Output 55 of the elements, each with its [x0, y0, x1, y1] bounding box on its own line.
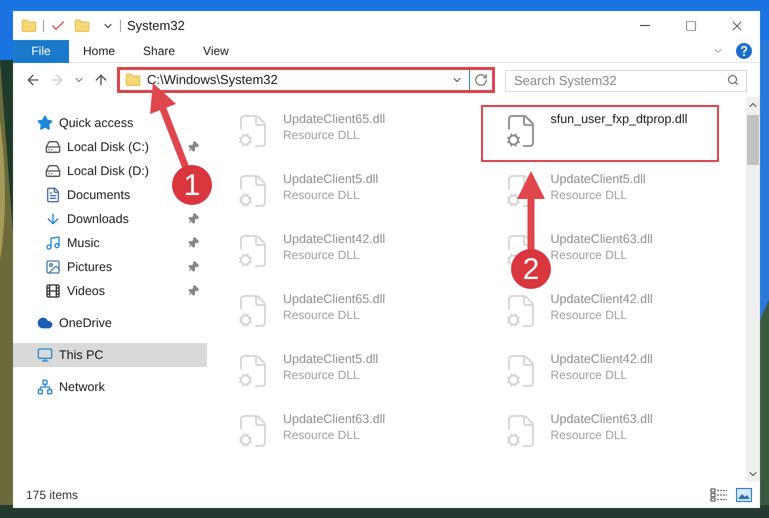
large-icons-view-icon[interactable] — [736, 488, 752, 502]
file-type: Resource DLL — [550, 427, 628, 443]
drive-icon — [45, 139, 61, 155]
nav-item[interactable]: Network — [13, 375, 207, 399]
address-bar[interactable]: C:\Windows\System32 — [117, 67, 495, 93]
ribbon-tab[interactable]: View — [189, 40, 243, 62]
file-type: Resource DLL — [283, 307, 361, 323]
document-icon — [45, 187, 61, 203]
file-type: Resource DLL — [550, 247, 628, 263]
file-type: Resource DLL — [550, 187, 628, 203]
maximize-icon — [685, 20, 697, 32]
file-menu-button[interactable]: File — [13, 40, 69, 62]
address-path: C:\Windows\System32 — [147, 71, 279, 90]
nav-item[interactable]: Music — [45, 234, 100, 252]
cloud-icon — [37, 315, 53, 331]
folder-icon — [125, 72, 141, 88]
search-icon[interactable] — [727, 74, 739, 86]
download-icon — [45, 211, 61, 227]
scrollbar-thumb[interactable] — [747, 115, 759, 165]
nav-item[interactable]: Videos — [45, 282, 105, 300]
star-icon — [37, 115, 53, 131]
file-type: Resource DLL — [550, 367, 628, 383]
file-type: Resource DLL — [550, 307, 628, 323]
nav-item[interactable]: Quick access — [13, 111, 207, 135]
up-icon[interactable] — [93, 72, 109, 88]
nav-item[interactable]: Pictures — [45, 258, 112, 276]
refresh-icon[interactable] — [474, 73, 488, 87]
nav-item[interactable]: Local Disk (C:) — [45, 138, 149, 156]
minimize-icon — [640, 25, 650, 26]
network-icon — [37, 379, 53, 395]
monitor-icon — [37, 347, 53, 363]
ribbon-tab[interactable]: Home — [69, 40, 130, 62]
music-note-icon — [45, 235, 61, 251]
nav-item[interactable]: OneDrive — [13, 311, 207, 335]
file-type: Resource DLL — [283, 427, 361, 443]
file-type: Resource DLL — [283, 187, 361, 203]
nav-item[interactable]: Documents — [45, 186, 130, 204]
search-field[interactable]: Search System32 — [505, 70, 747, 92]
drive-icon — [45, 163, 61, 179]
nav-item[interactable]: This PC — [13, 343, 207, 367]
film-icon — [45, 283, 61, 299]
file-type: Resource DLL — [283, 127, 361, 143]
file-type: Resource DLL — [283, 367, 361, 383]
nav-item[interactable]: Local Disk (D:) — [45, 162, 149, 180]
help-icon[interactable] — [736, 43, 752, 59]
file-type: Resource DLL — [283, 247, 361, 263]
details-view-icon[interactable] — [710, 488, 728, 502]
nav-item[interactable]: Downloads — [45, 210, 129, 228]
picture-icon — [45, 259, 61, 275]
item-count: 175 items — [26, 487, 78, 504]
ribbon-tab[interactable]: Share — [129, 40, 190, 62]
scrollbar[interactable] — [746, 97, 760, 482]
window-title: System32 — [127, 16, 185, 35]
back-icon[interactable] — [25, 72, 41, 88]
file-name[interactable]: sfun_user_fxp_dtprop.dll — [550, 111, 688, 127]
